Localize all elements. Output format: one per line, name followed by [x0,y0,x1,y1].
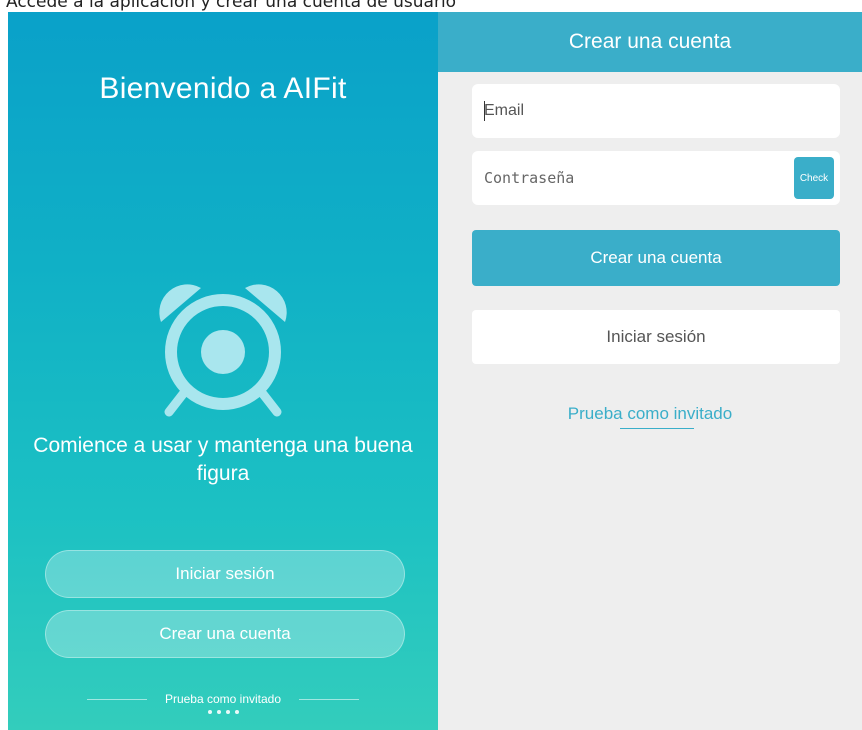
email-field-container [472,84,840,138]
login-button[interactable]: Iniciar sesión [45,550,405,598]
create-account-button[interactable]: Crear una cuenta [45,610,405,658]
divider-left [86,698,147,700]
create-account-screen: Crear una cuenta Check Crear una cuenta … [438,12,862,730]
password-field-container: Check [472,151,840,205]
welcome-screen: Bienvenido a AIFit Comience a usar y man… [8,12,438,730]
page-dot [234,710,239,714]
top-caption: Accede a la aplicación y crear una cuent… [6,0,457,12]
create-account-submit-button[interactable]: Crear una cuenta [472,230,840,286]
password-field[interactable] [484,151,784,205]
check-button[interactable]: Check [794,157,834,199]
guest-link-underline [620,428,694,429]
page-dot [225,710,230,714]
guest-link[interactable]: Prueba como invitado [165,692,281,706]
page-dot [207,710,212,714]
page-indicator [8,710,438,714]
email-field[interactable] [484,84,784,138]
guest-row: Prueba como invitado [8,690,438,708]
divider-right [299,698,360,700]
tagline: Comience a usar y mantenga una buena fig… [33,434,413,485]
page-dot [216,710,221,714]
welcome-title: Bienvenido a AIFit [99,72,347,105]
guest-link[interactable]: Prueba como invitado [438,404,862,424]
header-title: Crear una cuenta [438,12,862,72]
alarm-clock-icon [159,284,287,417]
login-button[interactable]: Iniciar sesión [472,310,840,364]
